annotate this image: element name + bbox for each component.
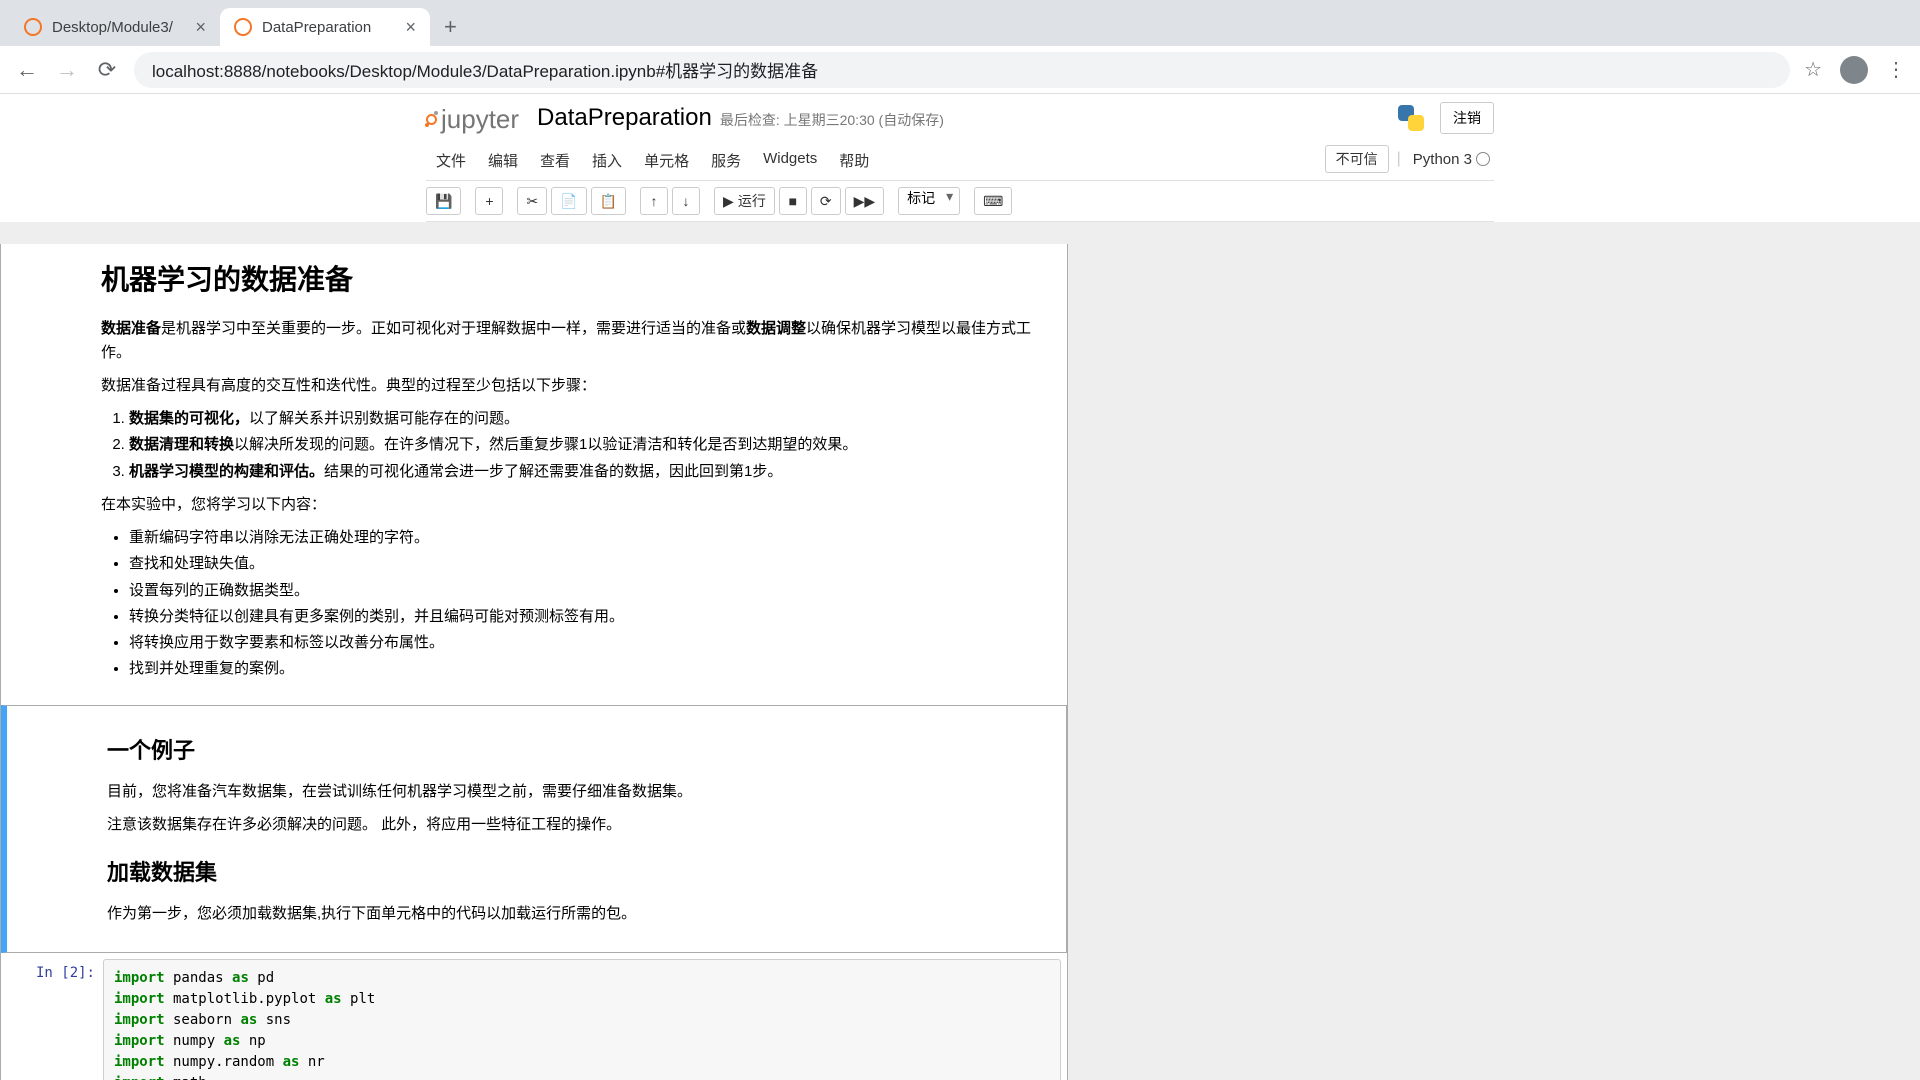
close-icon[interactable]: × bbox=[405, 17, 416, 38]
forward-icon[interactable]: → bbox=[54, 57, 80, 83]
list-item: 找到并处理重复的案例。 bbox=[129, 657, 1055, 680]
list-item: 查找和处理缺失值。 bbox=[129, 552, 1055, 575]
menu-insert[interactable]: 插入 bbox=[582, 145, 632, 176]
markdown-cell[interactable]: 机器学习的数据准备 数据准备是机器学习中至关重要的一步。正如可视化对于理解数据中… bbox=[1, 244, 1067, 705]
python-logo-icon bbox=[1396, 103, 1426, 133]
list-item: 重新编码字符串以消除无法正确处理的字符。 bbox=[129, 526, 1055, 549]
paragraph: 在本实验中，您将学习以下内容： bbox=[101, 493, 1055, 516]
menu-widgets[interactable]: Widgets bbox=[753, 145, 827, 176]
toolbar: 💾 + ✂ 📄 📋 ↑ ↓ ▶ 运行 ■ ⟳ ▶▶ 标记 ⌨ bbox=[426, 181, 1494, 222]
jupyter-logo-icon bbox=[426, 114, 437, 125]
notebook-name[interactable]: DataPreparation bbox=[537, 104, 712, 132]
list-item: 数据清理和转换以解决所发现的问题。在许多情况下，然后重复步骤1以验证清洁和转化是… bbox=[129, 433, 1055, 456]
kernel-name[interactable]: Python 3 bbox=[1409, 151, 1494, 168]
list-item: 机器学习模型的构建和评估。结果的可视化通常会进一步了解还需要准备的数据，因此回到… bbox=[129, 460, 1055, 483]
menu-help[interactable]: 帮助 bbox=[829, 145, 879, 176]
jupyter-favicon bbox=[234, 18, 252, 36]
url-bar: ← → ⟳ localhost:8888/notebooks/Desktop/M… bbox=[0, 46, 1920, 94]
heading-1: 机器学习的数据准备 bbox=[101, 258, 1055, 301]
menu-cell[interactable]: 单元格 bbox=[634, 145, 699, 176]
menu-file[interactable]: 文件 bbox=[426, 145, 476, 176]
back-icon[interactable]: ← bbox=[14, 57, 40, 83]
move-up-button[interactable]: ↑ bbox=[640, 187, 668, 215]
list-item: 数据集的可视化，以了解关系并识别数据可能存在的问题。 bbox=[129, 407, 1055, 430]
url-text: localhost:8888/notebooks/Desktop/Module3… bbox=[152, 57, 818, 82]
notebook-container: 机器学习的数据准备 数据准备是机器学习中至关重要的一步。正如可视化对于理解数据中… bbox=[0, 222, 1920, 1080]
run-button[interactable]: ▶ 运行 bbox=[714, 187, 775, 215]
browser-chrome: Desktop/Module3/ × DataPreparation × + ←… bbox=[0, 0, 1920, 94]
ordered-list: 数据集的可视化，以了解关系并识别数据可能存在的问题。 数据清理和转换以解决所发现… bbox=[129, 407, 1055, 483]
checkpoint-status: 最后检查: 上星期三20:30 (自动保存) bbox=[720, 110, 944, 130]
menu-icon[interactable]: ⋮ bbox=[1886, 57, 1906, 82]
browser-tab[interactable]: Desktop/Module3/ × bbox=[10, 8, 220, 46]
code-cell[interactable]: In [2]: import pandas as pd import matpl… bbox=[1, 953, 1067, 1080]
save-button[interactable]: 💾 bbox=[426, 187, 461, 215]
jupyter-favicon bbox=[24, 18, 42, 36]
paragraph: 注意该数据集存在许多必须解决的问题。 此外，将应用一些特征工程的操作。 bbox=[107, 813, 692, 836]
logout-button[interactable]: 注销 bbox=[1440, 102, 1494, 134]
input-prompt: In [2]: bbox=[7, 959, 103, 1080]
list-item: 将转换应用于数字要素和标签以改善分布属性。 bbox=[129, 631, 1055, 654]
new-tab-button[interactable]: + bbox=[430, 14, 471, 40]
close-icon[interactable]: × bbox=[195, 17, 206, 38]
kernel-indicator-icon bbox=[1476, 152, 1490, 166]
menubar: 文件 编辑 查看 插入 单元格 服务 Widgets 帮助 不可信 | Pyth… bbox=[426, 141, 1494, 181]
paste-button[interactable]: 📋 bbox=[591, 187, 626, 215]
move-down-button[interactable]: ↓ bbox=[672, 187, 700, 215]
markdown-cell-selected[interactable]: 一个例子 目前，您将准备汽车数据集，在尝试训练任何机器学习模型之前，需要仔细准备… bbox=[1, 705, 1067, 953]
paragraph: 数据准备是机器学习中至关重要的一步。正如可视化对于理解数据中一样，需要进行适当的… bbox=[101, 317, 1055, 364]
menu-kernel[interactable]: 服务 bbox=[701, 145, 751, 176]
command-palette-button[interactable]: ⌨ bbox=[974, 187, 1012, 215]
menu-edit[interactable]: 编辑 bbox=[478, 145, 528, 176]
tab-strip: Desktop/Module3/ × DataPreparation × + bbox=[0, 0, 1920, 46]
paragraph: 目前，您将准备汽车数据集，在尝试训练任何机器学习模型之前，需要仔细准备数据集。 bbox=[107, 780, 692, 803]
heading-2: 一个例子 bbox=[107, 734, 692, 768]
code-editor[interactable]: import pandas as pd import matplotlib.py… bbox=[103, 959, 1061, 1080]
list-item: 设置每列的正确数据类型。 bbox=[129, 579, 1055, 602]
heading-2: 加载数据集 bbox=[107, 856, 692, 890]
cut-button[interactable]: ✂ bbox=[517, 187, 547, 215]
stop-button[interactable]: ■ bbox=[779, 187, 807, 215]
tab-title: DataPreparation bbox=[262, 19, 371, 36]
page-viewport[interactable]: jupyter DataPreparation 最后检查: 上星期三20:30 … bbox=[0, 94, 1920, 1080]
restart-button[interactable]: ⟳ bbox=[811, 187, 841, 215]
unordered-list: 重新编码字符串以消除无法正确处理的字符。 查找和处理缺失值。 设置每列的正确数据… bbox=[129, 526, 1055, 681]
address-bar[interactable]: localhost:8888/notebooks/Desktop/Module3… bbox=[134, 52, 1790, 88]
profile-avatar[interactable] bbox=[1840, 56, 1868, 84]
trust-button[interactable]: 不可信 bbox=[1325, 145, 1389, 173]
list-item: 转换分类特征以创建具有更多案例的类别，并且编码可能对预测标签有用。 bbox=[129, 605, 1055, 628]
jupyter-header: jupyter DataPreparation 最后检查: 上星期三20:30 … bbox=[426, 94, 1494, 141]
copy-button[interactable]: 📄 bbox=[551, 187, 586, 215]
cell-type-select[interactable]: 标记 bbox=[898, 187, 960, 215]
paragraph: 数据准备过程具有高度的交互性和迭代性。典型的过程至少包括以下步骤： bbox=[101, 374, 1055, 397]
reload-icon[interactable]: ⟳ bbox=[94, 57, 120, 83]
jupyter-logo-text: jupyter bbox=[441, 104, 519, 135]
paragraph: 作为第一步，您必须加载数据集,执行下面单元格中的代码以加载运行所需的包。 bbox=[107, 902, 692, 925]
restart-run-all-button[interactable]: ▶▶ bbox=[845, 187, 885, 215]
jupyter-logo[interactable]: jupyter bbox=[426, 104, 519, 135]
browser-tab[interactable]: DataPreparation × bbox=[220, 8, 430, 46]
tab-title: Desktop/Module3/ bbox=[52, 19, 173, 36]
add-cell-button[interactable]: + bbox=[475, 187, 503, 215]
menu-view[interactable]: 查看 bbox=[530, 145, 580, 176]
star-icon[interactable]: ☆ bbox=[1804, 57, 1822, 82]
